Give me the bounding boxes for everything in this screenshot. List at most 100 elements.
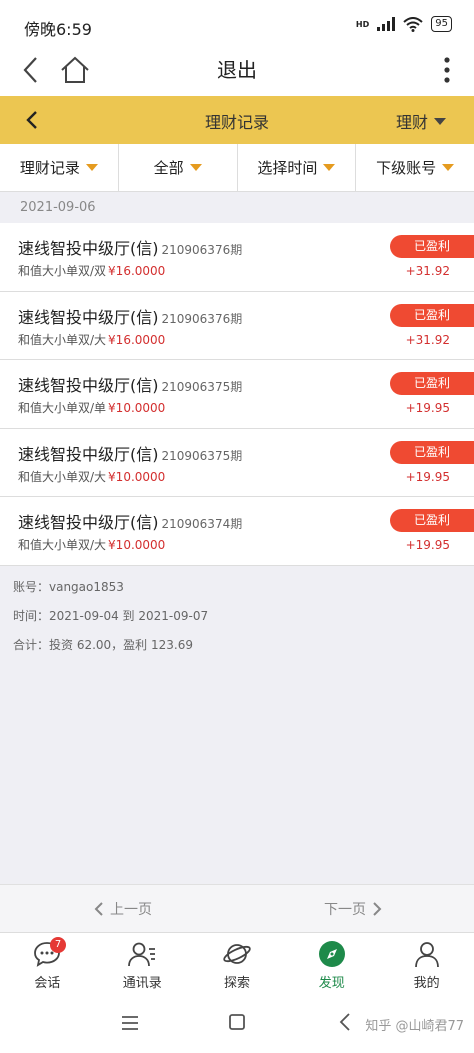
record-stake: ¥10.0000	[108, 538, 166, 553]
record-name-line: 速线智投中级厅(信) 210906375期	[18, 372, 242, 396]
filter-label: 下级账号	[376, 159, 437, 177]
record-period: 210906375期	[161, 448, 243, 463]
tab-me[interactable]: 我的	[379, 933, 474, 996]
record-period: 210906374期	[161, 517, 243, 532]
filter-time[interactable]: 选择时间	[238, 144, 357, 191]
section-menu-dropdown[interactable]: 理财	[396, 109, 446, 133]
filter-bar: 理财记录 全部 选择时间 下级账号	[0, 144, 474, 192]
contacts-icon	[128, 942, 156, 967]
record-detail-line: 和值大小单双/大 ¥10.0000	[18, 536, 165, 553]
tab-label: 探索	[223, 976, 250, 991]
status-badge: 已盈利	[390, 303, 474, 327]
tab-label: 会话	[34, 976, 61, 991]
record-stake: ¥10.0000	[108, 469, 166, 484]
filter-label: 选择时间	[257, 159, 318, 177]
status-badge: 已盈利	[390, 509, 474, 533]
record-profit: +19.95	[405, 538, 450, 553]
person-icon	[414, 942, 439, 968]
compass-icon	[318, 941, 345, 967]
caret-down-icon	[323, 164, 336, 171]
tab-label: 我的	[413, 976, 440, 991]
caret-down-icon	[189, 164, 202, 171]
square-home-icon[interactable]	[228, 1013, 246, 1031]
record-stake: ¥10.0000	[108, 401, 166, 416]
record-name: 速线智投中级厅(信)	[18, 307, 159, 327]
app-bar: 退出	[0, 48, 474, 96]
tab-chat[interactable]: 7 会话	[0, 933, 95, 996]
record-bet: 和值大小单双/大	[18, 332, 107, 347]
filter-all[interactable]: 全部	[119, 144, 238, 191]
section-header: 理财记录 理财	[0, 96, 474, 144]
tab-label: 通讯录	[122, 976, 162, 991]
record-name: 速线智投中级厅(信)	[18, 376, 159, 396]
list-item[interactable]: 速线智投中级厅(信) 210906376期 和值大小单双/大 ¥16.0000 已盈…	[0, 292, 474, 361]
pager: 上一页 下一页	[0, 884, 474, 932]
tab-discover[interactable]: 发现	[284, 933, 379, 996]
record-profit: +19.95	[405, 469, 450, 484]
record-name-line: 速线智投中级厅(信) 210906376期	[18, 304, 242, 328]
unread-badge: 7	[50, 937, 66, 953]
list-item[interactable]: 速线智投中级厅(信) 210906374期 和值大小单双/大 ¥10.0000 已盈…	[0, 497, 474, 566]
system-nav-bar: 知乎 @山崎君77	[0, 996, 474, 1053]
bottom-tab-bar: 7 会话 通讯录 探索 发现 我的	[0, 932, 474, 996]
status-badge: 已盈利	[390, 372, 474, 396]
summary-total: 合计：投资 62.00，盈利 123.69	[13, 638, 193, 652]
planet-icon	[223, 944, 251, 964]
chevron-left-icon	[94, 902, 103, 916]
triangle-back-icon[interactable]	[338, 1012, 352, 1032]
next-page-button[interactable]: 下一页	[324, 899, 382, 919]
record-profit: +31.92	[405, 332, 450, 347]
prev-page-label: 上一页	[110, 902, 152, 918]
record-profit: +31.92	[405, 264, 450, 278]
record-period: 210906376期	[161, 243, 243, 257]
status-badge: 已盈利	[390, 235, 474, 258]
summary-period: 时间：2021-09-04 到 2021-09-07	[13, 609, 209, 623]
record-stake: ¥16.0000	[108, 264, 166, 278]
list-item[interactable]: 速线智投中级厅(信) 210906376期 和值大小单双/双 ¥16.0000 已盈…	[0, 223, 474, 292]
status-bar: 傍晚6:59 HD 95	[0, 0, 474, 48]
list-item[interactable]: 速线智投中级厅(信) 210906375期 和值大小单双/单 ¥10.0000 已盈…	[0, 360, 474, 429]
filter-label: 理财记录	[19, 159, 80, 177]
section-menu-label: 理财	[395, 113, 428, 132]
record-period: 210906375期	[161, 380, 243, 395]
menu-icon[interactable]	[120, 1014, 140, 1032]
tab-explore[interactable]: 探索	[190, 933, 285, 996]
record-bet: 和值大小单双/双	[18, 264, 107, 278]
next-page-label: 下一页	[324, 902, 366, 918]
caret-down-icon	[85, 164, 98, 171]
wifi-icon	[403, 16, 423, 32]
summary-account: 账号：vangao1853	[13, 580, 124, 594]
caret-down-icon	[442, 164, 455, 171]
page-title[interactable]: 退出	[0, 54, 474, 83]
list-item[interactable]: 速线智投中级厅(信) 210906375期 和值大小单双/大 ¥10.0000 已盈…	[0, 429, 474, 498]
filter-record-type[interactable]: 理财记录	[0, 144, 119, 191]
record-detail-line: 和值大小单双/双 ¥16.0000	[18, 262, 165, 279]
record-name-line: 速线智投中级厅(信) 210906374期	[18, 509, 242, 533]
tab-label: 发现	[318, 976, 345, 991]
signal-icon	[377, 17, 396, 31]
record-name: 速线智投中级厅(信)	[18, 444, 159, 464]
record-name: 速线智投中级厅(信)	[18, 513, 159, 533]
battery-icon: 95	[431, 16, 452, 32]
status-icons: HD 95	[356, 16, 452, 32]
summary-block: 账号：vangao1853 时间：2021-09-04 到 2021-09-07…	[13, 578, 208, 665]
record-name-line: 速线智投中级厅(信) 210906375期	[18, 441, 242, 465]
filter-label: 全部	[153, 159, 184, 177]
watermark: 知乎 @山崎君77	[365, 1019, 464, 1034]
more-vertical-icon[interactable]	[442, 54, 452, 86]
record-name: 速线智投中级厅(信)	[18, 239, 159, 258]
record-bet: 和值大小单双/大	[18, 469, 107, 484]
tab-contacts[interactable]: 通讯录	[95, 933, 190, 996]
record-detail-line: 和值大小单双/大 ¥16.0000	[18, 331, 165, 348]
record-bet: 和值大小单双/单	[18, 401, 107, 416]
record-detail-line: 和值大小单双/大 ¥10.0000	[18, 468, 165, 485]
record-stake: ¥16.0000	[108, 332, 166, 347]
record-bet: 和值大小单双/大	[18, 538, 107, 553]
record-period: 210906376期	[161, 311, 243, 326]
prev-page-button[interactable]: 上一页	[94, 899, 152, 919]
status-time: 傍晚6:59	[24, 20, 92, 39]
caret-down-icon	[434, 117, 446, 125]
record-name-line: 速线智投中级厅(信) 210906376期	[18, 235, 242, 259]
filter-sub-account[interactable]: 下级账号	[356, 144, 474, 191]
status-badge: 已盈利	[390, 440, 474, 464]
